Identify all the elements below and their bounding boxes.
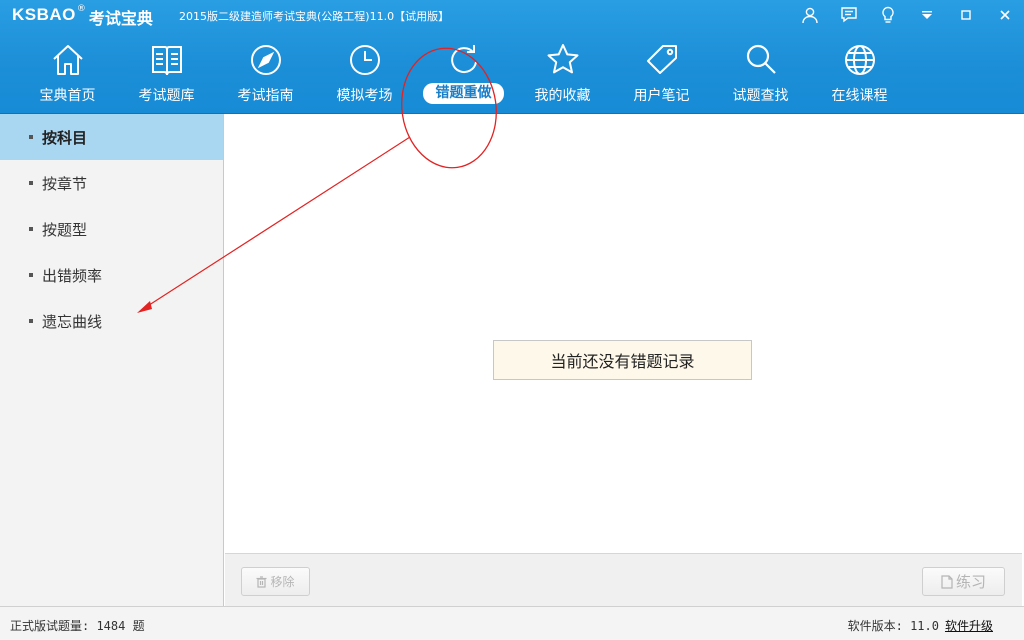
version-text: 软件版本: 11.0 <box>847 619 939 633</box>
logo-text: KSBAO <box>12 5 76 24</box>
status-bar: 正式版试题量: 1484 题 软件版本: 11.0 软件升级 <box>0 606 1024 640</box>
trash-icon <box>256 575 267 588</box>
bullet-icon <box>29 227 33 231</box>
practice-button-label: 练习 <box>955 573 986 591</box>
main-nav: 宝典首页 考试题库 考试指南 模拟考场 错题重做 我的收藏 用户笔记 试题查找 <box>18 40 909 110</box>
content-area: 当前还没有错题记录 <box>225 114 1022 553</box>
nav-notes[interactable]: 用户笔记 <box>612 40 711 110</box>
sidebar-item-by-type[interactable]: 按题型 <box>0 206 223 252</box>
close-icon[interactable] <box>985 0 1024 30</box>
home-icon <box>53 45 83 75</box>
sidebar-item-label: 按章节 <box>42 174 88 193</box>
bullet-icon <box>29 135 33 139</box>
bullet-icon <box>29 319 33 323</box>
nav-label: 在线课程 <box>831 88 888 104</box>
bullet-icon <box>29 273 33 277</box>
window-controls <box>790 0 1024 30</box>
nav-label: 考试题库 <box>138 88 195 104</box>
sidebar-item-by-chapter[interactable]: 按章节 <box>0 160 223 206</box>
message-icon[interactable] <box>829 0 868 30</box>
app-header: KSBAO ® 考试宝典 2015版二级建造师考试宝典(公路工程)11.0【试用… <box>0 0 1024 114</box>
search-icon <box>746 44 776 74</box>
star-icon <box>547 44 579 74</box>
logo-chinese-name: 考试宝典 <box>88 9 153 28</box>
sidebar-item-forgetting-curve[interactable]: 遗忘曲线 <box>0 298 223 344</box>
globe-icon <box>845 45 875 75</box>
version-info: 软件版本: 11.0 软件升级 <box>848 617 993 634</box>
practice-button[interactable]: 练习 <box>922 567 1005 596</box>
nav-label: 错题重做 <box>423 83 504 104</box>
sidebar-item-by-subject[interactable]: 按科目 <box>0 114 223 160</box>
nav-question-bank[interactable]: 考试题库 <box>117 40 216 110</box>
remove-button-label: 移除 <box>270 575 295 589</box>
sidebar: 按科目 按章节 按题型 出错频率 遗忘曲线 <box>0 114 224 606</box>
document-icon <box>941 574 953 589</box>
nav-wrong-redo[interactable]: 错题重做 <box>414 40 513 110</box>
nav-label: 宝典首页 <box>39 88 96 104</box>
logo-registered-mark: ® <box>76 4 86 14</box>
redo-icon <box>451 45 477 74</box>
app-logo: KSBAO ® 考试宝典 <box>12 4 153 28</box>
upgrade-link[interactable]: 软件升级 <box>945 619 993 633</box>
remove-button[interactable]: 移除 <box>241 567 310 596</box>
sidebar-item-label: 按题型 <box>42 220 88 239</box>
nav-favorites[interactable]: 我的收藏 <box>513 40 612 110</box>
nav-label: 我的收藏 <box>534 88 591 104</box>
empty-state-message: 当前还没有错题记录 <box>493 340 752 380</box>
clock-icon <box>350 45 380 75</box>
sidebar-item-label: 出错频率 <box>42 266 103 285</box>
nav-label: 考试指南 <box>237 88 294 104</box>
bullet-icon <box>29 181 33 185</box>
window-title: 2015版二级建造师考试宝典(公路工程)11.0【试用版】 <box>179 10 450 23</box>
book-icon <box>152 46 182 76</box>
nav-label: 用户笔记 <box>633 88 690 104</box>
nav-online-course[interactable]: 在线课程 <box>810 40 909 110</box>
sidebar-item-label: 遗忘曲线 <box>42 312 103 331</box>
action-bar: 移除 练习 <box>225 553 1022 606</box>
sidebar-item-label: 按科目 <box>42 128 88 147</box>
nav-search[interactable]: 试题查找 <box>711 40 810 110</box>
nav-label: 试题查找 <box>732 88 789 104</box>
nav-home[interactable]: 宝典首页 <box>18 40 117 110</box>
lightbulb-icon[interactable] <box>868 0 907 30</box>
user-icon[interactable] <box>790 0 829 30</box>
nav-label: 模拟考场 <box>336 88 393 104</box>
compass-icon <box>251 45 281 75</box>
question-count: 正式版试题量: 1484 题 <box>10 619 145 633</box>
dropdown-icon[interactable] <box>907 0 946 30</box>
minimize-icon[interactable] <box>946 0 985 30</box>
sidebar-item-error-frequency[interactable]: 出错频率 <box>0 252 223 298</box>
tag-icon <box>647 45 677 74</box>
nav-mock-exam[interactable]: 模拟考场 <box>315 40 414 110</box>
nav-exam-guide[interactable]: 考试指南 <box>216 40 315 110</box>
